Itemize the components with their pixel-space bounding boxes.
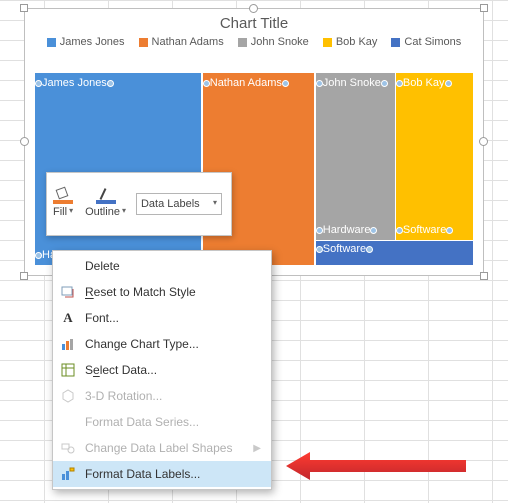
data-label[interactable]: John Snoke: [321, 76, 383, 90]
legend-label: Cat Simons: [404, 36, 461, 48]
treemap-cell-nathan-adams[interactable]: Nathan Adams: [203, 73, 315, 265]
menu-item-format-data-labels[interactable]: Format Data Labels...: [53, 461, 271, 487]
menu-label: Reset to Match Style: [85, 285, 196, 299]
menu-label: Select Data...: [85, 363, 157, 377]
menu-item-change-label-shapes: Change Data Label Shapes ▶: [53, 435, 271, 461]
data-label[interactable]: Hardware: [321, 223, 373, 237]
chevron-down-icon: ▾: [122, 208, 126, 214]
legend-item[interactable]: Bob Kay: [323, 36, 378, 48]
resize-handle-sw[interactable]: [20, 272, 28, 280]
legend-item[interactable]: James Jones: [47, 36, 125, 48]
treemap-cell-bob-kay[interactable]: Bob Kay Software: [396, 73, 473, 240]
menu-label: Font...: [85, 311, 119, 325]
chart-legend[interactable]: James Jones Nathan Adams John Snoke Bob …: [25, 36, 483, 54]
pen-icon: [96, 190, 116, 204]
resize-handle-se[interactable]: [480, 272, 488, 280]
legend-swatch: [47, 38, 56, 47]
legend-item[interactable]: Cat Simons: [391, 36, 461, 48]
context-menu: Delete Reset to Match Style A Font... Ch…: [52, 250, 272, 490]
data-label[interactable]: Software: [321, 242, 368, 256]
submenu-arrow-icon: ▶: [253, 443, 261, 454]
mini-toolbar: Fill ▾ Outline ▾ Data Labels ▾: [46, 172, 232, 236]
menu-label: Change Chart Type...: [85, 337, 199, 351]
treemap-cell-cat-simons[interactable]: Software: [316, 241, 473, 265]
menu-item-format-data-series: Format Data Series...: [53, 409, 271, 435]
blank-icon: [59, 257, 77, 275]
chevron-down-icon: ▾: [213, 200, 217, 206]
chart-type-icon: [59, 335, 77, 353]
resize-handle-nw[interactable]: [20, 4, 28, 12]
resize-handle-e[interactable]: [479, 137, 488, 146]
fill-button[interactable]: Fill ▾: [47, 173, 79, 235]
menu-item-font[interactable]: A Font...: [53, 305, 271, 331]
menu-label: Format Data Series...: [85, 415, 199, 429]
treemap-cell-john-snoke[interactable]: John Snoke Hardware: [316, 73, 395, 240]
menu-item-change-chart-type[interactable]: Change Chart Type...: [53, 331, 271, 357]
menu-label: Change Data Label Shapes: [85, 441, 232, 455]
data-label[interactable]: Nathan Adams: [208, 76, 284, 90]
legend-swatch: [323, 38, 332, 47]
menu-item-select-data[interactable]: Select Data...: [53, 357, 271, 383]
legend-label: John Snoke: [251, 36, 309, 48]
chart-title[interactable]: Chart Title: [25, 9, 483, 36]
legend-swatch: [238, 38, 247, 47]
treemap-cell-james-jones[interactable]: James Jones Hard: [35, 73, 201, 265]
data-label[interactable]: James Jones: [40, 76, 109, 90]
menu-label: Delete: [85, 259, 120, 273]
reset-style-icon: [59, 283, 77, 301]
chevron-down-icon: ▾: [69, 208, 73, 214]
legend-swatch: [391, 38, 400, 47]
legend-label: Nathan Adams: [152, 36, 224, 48]
legend-item[interactable]: Nathan Adams: [139, 36, 224, 48]
shapes-icon: [59, 439, 77, 457]
fill-label: Fill: [53, 206, 67, 218]
menu-item-delete[interactable]: Delete: [53, 253, 271, 279]
data-label[interactable]: Bob Kay: [401, 76, 447, 90]
menu-item-reset-style[interactable]: Reset to Match Style: [53, 279, 271, 305]
menu-item-3d-rotation: 3-D Rotation...: [53, 383, 271, 409]
cube-icon: [59, 387, 77, 405]
blank-icon: [59, 413, 77, 431]
legend-label: James Jones: [60, 36, 125, 48]
menu-label: 3-D Rotation...: [85, 389, 162, 403]
legend-swatch: [139, 38, 148, 47]
combo-value: Data Labels: [141, 198, 200, 210]
menu-label: Format Data Labels...: [85, 467, 200, 481]
resize-handle-ne[interactable]: [480, 4, 488, 12]
legend-item[interactable]: John Snoke: [238, 36, 309, 48]
element-picker-combo[interactable]: Data Labels ▾: [136, 193, 222, 215]
data-label[interactable]: Software: [401, 223, 448, 237]
plot-area[interactable]: James Jones Hard Nathan Adams John Snoke…: [35, 73, 473, 265]
outline-label: Outline: [85, 206, 120, 218]
select-data-icon: [59, 361, 77, 379]
resize-handle-w[interactable]: [20, 137, 29, 146]
font-icon: A: [59, 309, 77, 327]
outline-button[interactable]: Outline ▾: [79, 173, 132, 235]
format-labels-icon: [59, 465, 77, 483]
paint-bucket-icon: [53, 190, 73, 204]
legend-label: Bob Kay: [336, 36, 378, 48]
resize-handle-n[interactable]: [249, 4, 258, 13]
